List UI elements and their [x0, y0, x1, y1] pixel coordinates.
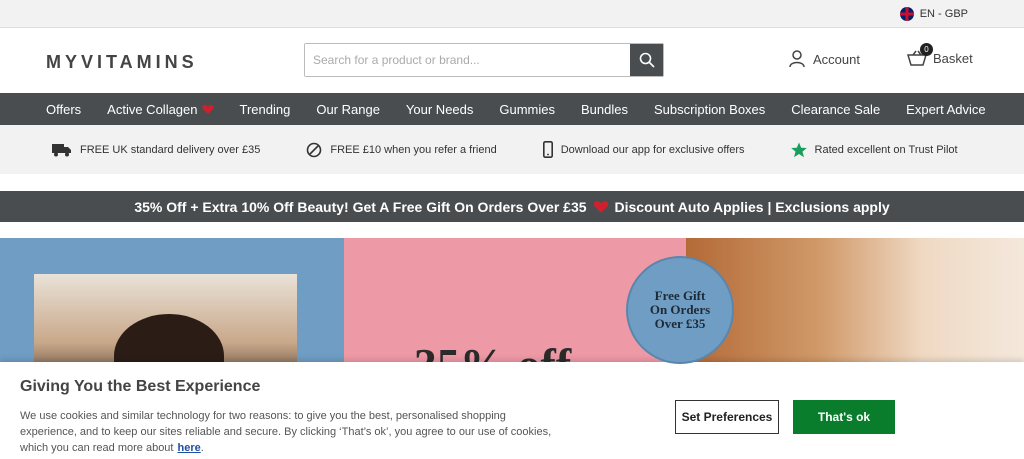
star-icon — [790, 142, 807, 157]
logo[interactable]: MYVITAMINS — [46, 52, 198, 73]
set-preferences-button[interactable]: Set Preferences — [675, 400, 779, 434]
promo-text-end: Discount Auto Applies | Exclusions apply — [614, 198, 890, 215]
search-input[interactable] — [305, 44, 630, 76]
basket-link[interactable]: 0 Basket — [907, 43, 973, 66]
stamp-line-1: Free Gift — [654, 288, 706, 303]
usp-app-text: Download our app for exclusive offers — [560, 143, 745, 156]
account-label: Account — [813, 51, 860, 67]
search-bar — [304, 43, 664, 77]
phone-icon — [542, 141, 553, 158]
nav-item-active-collagen[interactable]: Active Collagen — [107, 101, 214, 117]
usp-refer[interactable]: FREE £10 when you refer a friend — [306, 142, 497, 158]
nav-item-trending[interactable]: Trending — [240, 102, 291, 117]
cookie-read-more-link[interactable]: here — [177, 442, 200, 454]
search-icon — [639, 52, 655, 68]
search-button[interactable] — [630, 44, 663, 76]
truck-icon — [52, 143, 71, 156]
account-link[interactable]: Account — [789, 50, 860, 68]
free-gift-stamp: Free Gift On Orders Over £35 — [626, 256, 734, 364]
nav-item-label: Active Collagen — [107, 101, 198, 117]
nav-item-offers[interactable]: Offers — [46, 102, 81, 117]
nav-item-expert-advice[interactable]: Expert Advice — [906, 102, 986, 117]
nav-item-bundles[interactable]: Bundles — [581, 102, 628, 117]
basket-label: Basket — [933, 50, 973, 66]
nav-item-our-range[interactable]: Our Range — [316, 102, 380, 117]
basket-count-badge: 0 — [920, 43, 933, 56]
stamp-line-3: Over £35 — [654, 316, 706, 331]
nav-item-gummies[interactable]: Gummies — [499, 102, 555, 117]
cookie-body: We use cookies and similar technology fo… — [20, 410, 552, 454]
cookie-period: . — [200, 442, 204, 454]
locale-selector[interactable]: EN - GBP — [920, 8, 968, 20]
top-bar: EN - GBP — [0, 0, 1024, 28]
usp-delivery[interactable]: FREE UK standard delivery over £35 — [52, 143, 260, 157]
nav-item-your-needs[interactable]: Your Needs — [406, 102, 473, 117]
usp-app[interactable]: Download our app for exclusive offers — [542, 141, 745, 158]
promo-text-start: 35% Off + Extra 10% Off Beauty! Get A Fr… — [134, 198, 587, 215]
usp-bar: FREE UK standard delivery over £35 FREE … — [0, 125, 1024, 174]
usp-trustpilot[interactable]: Rated excellent on Trust Pilot — [790, 142, 958, 158]
discount-tag-icon — [307, 142, 322, 157]
heart-icon — [593, 200, 608, 213]
nav-item-subscription-boxes[interactable]: Subscription Boxes — [654, 102, 765, 117]
main-nav: Offers Active Collagen Trending Our Rang… — [0, 93, 1024, 125]
cookie-title: Giving You the Best Experience — [20, 378, 261, 395]
usp-delivery-text: FREE UK standard delivery over £35 — [80, 143, 261, 156]
site-header: MYVITAMINS Account 0 Basket — [0, 28, 1024, 93]
cookie-text: We use cookies and similar technology fo… — [20, 408, 560, 456]
usp-trustpilot-text: Rated excellent on Trust Pilot — [814, 143, 958, 156]
usp-refer-text: FREE £10 when you refer a friend — [330, 143, 497, 156]
nav-item-clearance-sale[interactable]: Clearance Sale — [791, 102, 880, 117]
cookie-banner: Giving You the Best Experience We use co… — [0, 362, 1024, 459]
accept-cookies-button[interactable]: That's ok — [793, 400, 895, 434]
stamp-line-2: On Orders — [649, 302, 711, 317]
user-icon — [789, 50, 805, 68]
uk-flag-icon — [899, 6, 914, 21]
heart-icon — [201, 104, 214, 114]
promo-banner[interactable]: 35% Off + Extra 10% Off Beauty! Get A Fr… — [0, 191, 1024, 222]
